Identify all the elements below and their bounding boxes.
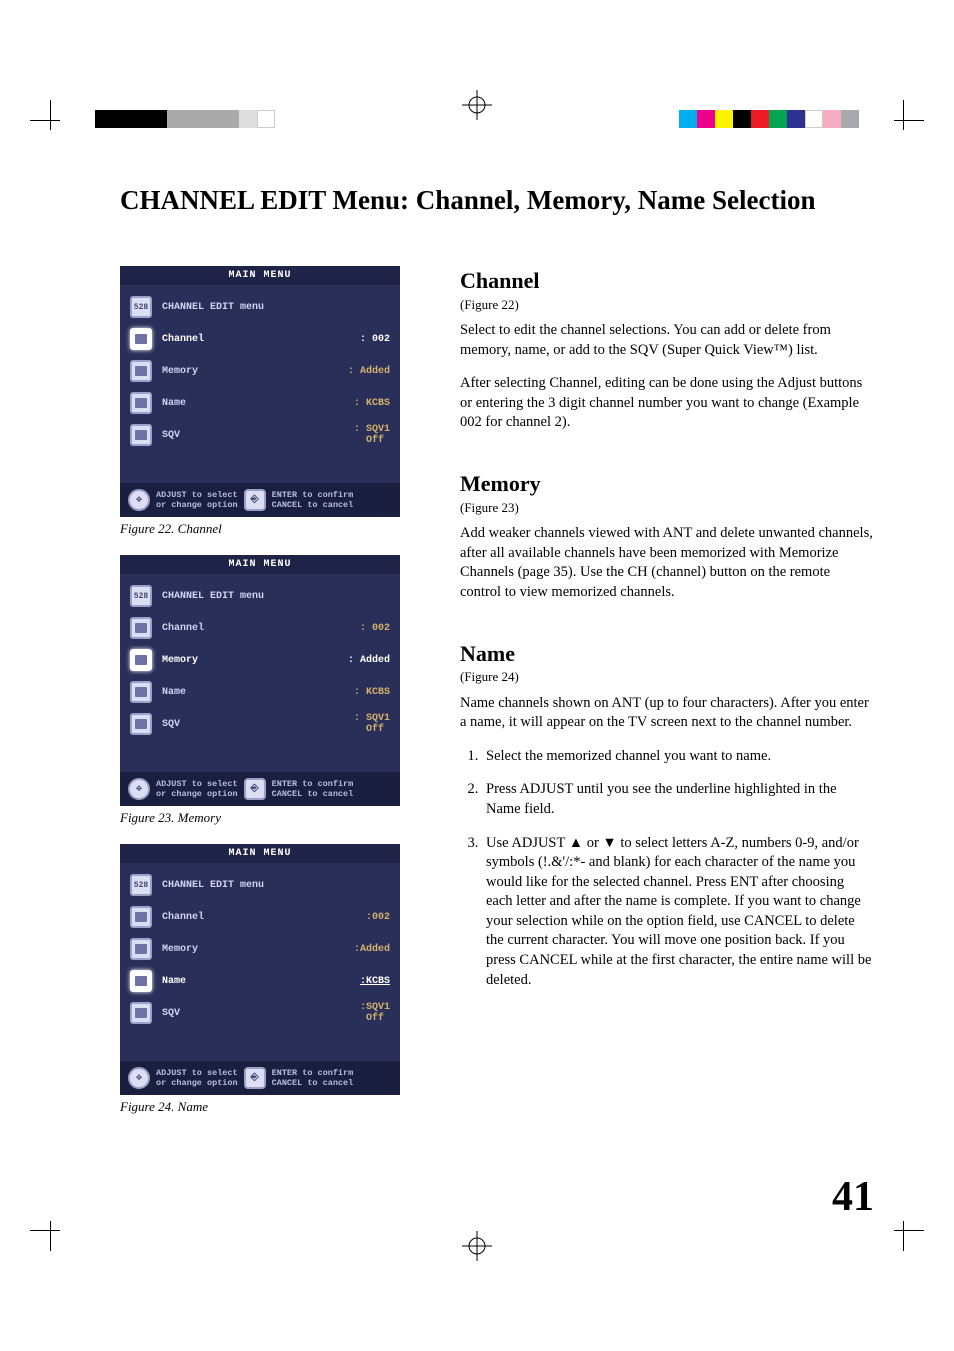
page-title: CHANNEL EDIT Menu: Channel, Memory, Name… (120, 185, 874, 216)
up-arrow-icon: ▲ (569, 835, 583, 851)
menu-title: MAIN MENU (120, 555, 400, 574)
menu-item-name: Name (162, 976, 360, 987)
registration-mark-icon (462, 1231, 492, 1261)
figure-caption: Figure 23. Memory (120, 810, 420, 826)
hint-text: CANCEL to cancel (272, 1078, 354, 1088)
hint-text: CANCEL to cancel (272, 500, 354, 510)
section-heading-channel: Channel (460, 266, 874, 296)
figure-reference: (Figure 22) (460, 296, 874, 314)
menu-item-sqv: SQV (162, 1008, 360, 1019)
hint-text: ADJUST to select (156, 1068, 238, 1078)
menu-value: :SQV1 Off (360, 1002, 390, 1024)
tv-icon (130, 713, 152, 735)
body-text: Select to edit the channel selections. Y… (460, 321, 874, 360)
figure-reference: (Figure 23) (460, 499, 874, 517)
channel-number-icon: 528 (130, 296, 152, 318)
channel-number-icon: 528 (130, 585, 152, 607)
hint-text: ADJUST to select (156, 490, 238, 500)
hint-text: ENTER to confirm (272, 1068, 354, 1078)
list-item: Select the memorized channel you want to… (482, 747, 874, 767)
color-swatches-right (679, 110, 859, 128)
down-arrow-icon: ▼ (602, 835, 616, 851)
color-swatches-left (95, 110, 275, 128)
menu-value: : Added (348, 655, 390, 666)
tv-icon (130, 649, 152, 671)
menu-label: CHANNEL EDIT menu (162, 591, 390, 602)
menu-value: : KCBS (354, 687, 390, 698)
hint-text: or change option (156, 789, 238, 799)
menu-value: : SQV1 Off (354, 713, 390, 735)
hint-text: or change option (156, 500, 238, 510)
figure-23-menu: MAIN MENU 528CHANNEL EDIT menu Channel: … (120, 555, 400, 806)
section-heading-name: Name (460, 639, 874, 669)
menu-value: : Added (348, 366, 390, 377)
dpad-icon: ✥ (128, 1067, 150, 1089)
menu-value: : SQV1 Off (354, 424, 390, 446)
page-number: 41 (832, 1173, 874, 1221)
hint-text: ENTER to confirm (272, 490, 354, 500)
body-text: After selecting Channel, editing can be … (460, 374, 874, 433)
figure-reference: (Figure 24) (460, 668, 874, 686)
menu-item-name: Name (162, 398, 354, 409)
tv-icon (130, 681, 152, 703)
list-item: Use ADJUST ▲ or ▼ to select letters A-Z,… (482, 834, 874, 991)
menu-item-memory: Memory (162, 944, 354, 955)
tv-icon (130, 360, 152, 382)
dpad-icon: ✥ (128, 778, 150, 800)
menu-item-memory: Memory (162, 366, 348, 377)
enter-cancel-icon: ⎆ (244, 1067, 266, 1089)
hint-text: ENTER to confirm (272, 779, 354, 789)
menu-value: : 002 (360, 334, 390, 345)
menu-item-memory: Memory (162, 655, 348, 666)
tv-icon (130, 906, 152, 928)
body-text: Name channels shown on ANT (up to four c… (460, 694, 874, 733)
menu-label: CHANNEL EDIT menu (162, 880, 390, 891)
figure-caption: Figure 22. Channel (120, 521, 420, 537)
hint-text: ADJUST to select (156, 779, 238, 789)
enter-cancel-icon: ⎆ (244, 489, 266, 511)
hint-text: CANCEL to cancel (272, 789, 354, 799)
menu-item-channel: Channel (162, 912, 366, 923)
menu-title: MAIN MENU (120, 266, 400, 285)
menu-value: : KCBS (354, 398, 390, 409)
menu-label: CHANNEL EDIT menu (162, 302, 390, 313)
hint-text: or change option (156, 1078, 238, 1088)
menu-item-sqv: SQV (162, 430, 354, 441)
dpad-icon: ✥ (128, 489, 150, 511)
menu-title: MAIN MENU (120, 844, 400, 863)
menu-item-name: Name (162, 687, 354, 698)
figure-caption: Figure 24. Name (120, 1099, 420, 1115)
tv-icon (130, 970, 152, 992)
menu-value: :KCBS (360, 976, 390, 987)
tv-icon (130, 617, 152, 639)
channel-number-icon: 528 (130, 874, 152, 896)
menu-value: : 002 (360, 623, 390, 634)
menu-item-channel: Channel (162, 623, 360, 634)
figure-24-menu: MAIN MENU 528 CHANNEL EDIT menu Channel:0… (120, 844, 400, 1095)
figure-22-menu: MAIN MENU 528CHANNEL EDIT menu Channel: … (120, 266, 400, 517)
menu-value: :002 (366, 912, 390, 923)
menu-item-sqv: SQV (162, 719, 354, 730)
tv-icon (130, 392, 152, 414)
menu-item-channel: Channel (162, 334, 360, 345)
list-item: Press ADJUST until you see the underline… (482, 780, 874, 819)
menu-value: :Added (354, 944, 390, 955)
enter-cancel-icon: ⎆ (244, 778, 266, 800)
tv-icon (130, 424, 152, 446)
tv-icon (130, 1002, 152, 1024)
tv-icon (130, 938, 152, 960)
section-heading-memory: Memory (460, 469, 874, 499)
body-text: Add weaker channels viewed with ANT and … (460, 524, 874, 602)
tv-icon (130, 328, 152, 350)
registration-mark-icon (462, 90, 492, 120)
